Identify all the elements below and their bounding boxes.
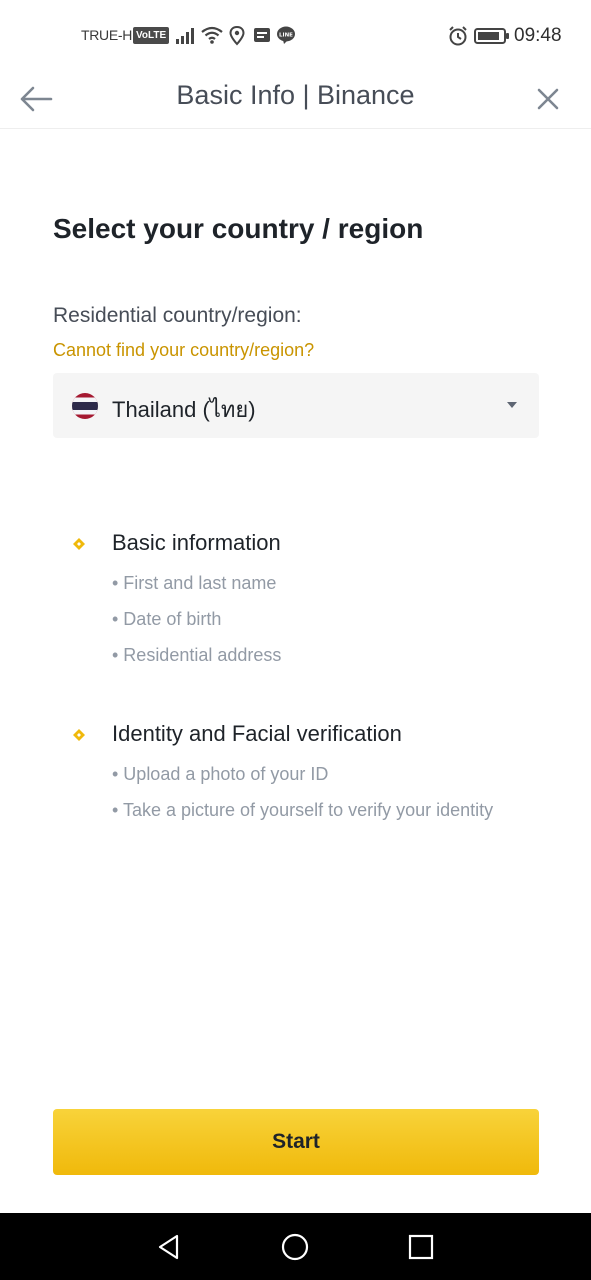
status-bar: TRUE-H VoLTE LINE 09:48 (0, 0, 591, 70)
list-item: • Upload a photo of your ID (112, 764, 329, 784)
list-item: • Date of birth (112, 609, 222, 629)
country-help-link[interactable]: Cannot find your country/region? (53, 340, 314, 361)
nav-back-icon (158, 1234, 179, 1260)
diamond-bullet-icon (73, 729, 85, 741)
nav-back-button[interactable] (149, 1227, 189, 1267)
svg-text:LINE: LINE (279, 33, 293, 39)
list-item: • Residential address (112, 645, 282, 665)
location-icon (229, 25, 245, 46)
volte-badge: VoLTE (133, 27, 170, 44)
close-icon (537, 88, 559, 110)
nav-recents-icon (408, 1234, 434, 1260)
list-item: • First and last name (112, 573, 277, 593)
signal-icon (176, 28, 194, 44)
close-button[interactable] (528, 79, 568, 119)
section-heading: Basic information (112, 530, 281, 555)
app-header: Basic Info | Binance (0, 70, 591, 129)
country-select[interactable]: Thailand (ไทย) (53, 373, 539, 438)
nav-home-button[interactable] (275, 1227, 315, 1267)
start-button[interactable]: Start (53, 1109, 539, 1175)
section-heading: Identity and Facial verification (112, 721, 402, 746)
residence-label: Residential country/region: (53, 304, 302, 327)
nav-home-icon (281, 1233, 309, 1261)
thailand-flag-icon (72, 393, 98, 419)
page-title: Select your country / region (53, 213, 424, 244)
line-app-icon: LINE (277, 26, 295, 44)
clock: 09:48 (514, 25, 562, 46)
alarm-icon (449, 26, 467, 46)
diamond-bullet-icon (73, 538, 85, 550)
carrier-label: TRUE-H (81, 27, 133, 43)
list-item: • Take a picture of yourself to verify y… (112, 800, 494, 820)
nav-recents-button[interactable] (401, 1227, 441, 1267)
message-icon (254, 28, 270, 42)
system-nav-bar (0, 1213, 591, 1280)
battery-icon (474, 28, 509, 44)
wifi-icon (201, 26, 223, 44)
selected-country: Thailand (ไทย) (112, 397, 256, 422)
dropdown-caret-icon (507, 402, 517, 408)
page-header-title: Basic Info | Binance (176, 80, 415, 110)
